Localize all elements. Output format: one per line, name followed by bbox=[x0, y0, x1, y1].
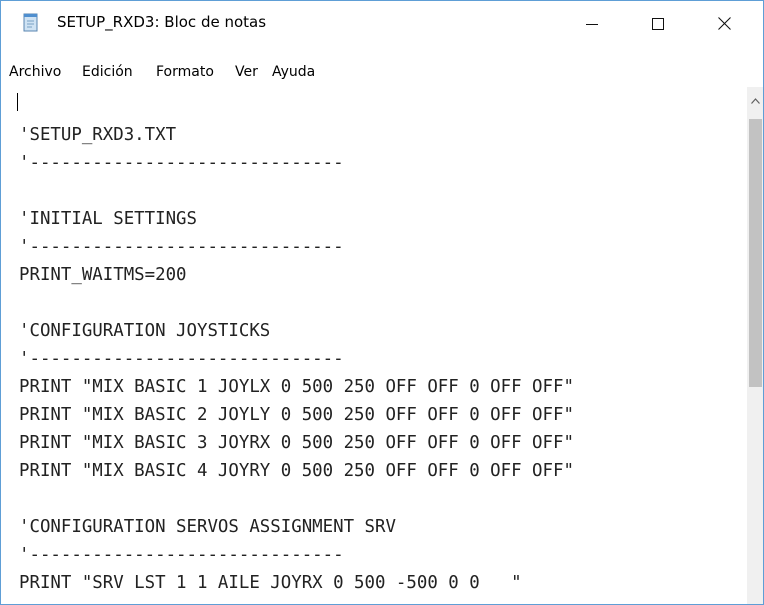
text-line bbox=[19, 177, 747, 205]
text-line: PRINT "MIX BASIC 2 JOYLY 0 500 250 OFF O… bbox=[19, 405, 574, 425]
text-line: '------------------------------ bbox=[19, 545, 344, 565]
close-icon bbox=[717, 15, 731, 34]
vertical-scrollbar[interactable] bbox=[747, 87, 763, 604]
minimize-icon bbox=[586, 15, 598, 34]
menu-bar: Archivo Edición Formato Ver Ayuda bbox=[1, 47, 763, 87]
text-line: PRINT_WAITMS=200 bbox=[19, 265, 187, 285]
menu-edicion[interactable]: Edición bbox=[82, 64, 133, 80]
text-line: 'CONFIGURATION SERVOS ASSIGNMENT SRV bbox=[19, 517, 396, 537]
text-line: 'CONFIGURATION JOYSTICKS bbox=[19, 321, 271, 341]
close-button[interactable] bbox=[695, 1, 753, 47]
text-line: 'INITIAL SETTINGS bbox=[19, 209, 197, 229]
text-line bbox=[19, 485, 747, 513]
text-line: '------------------------------ bbox=[19, 349, 344, 369]
text-line bbox=[19, 289, 747, 317]
title-bar[interactable]: SETUP_RXD3: Bloc de notas bbox=[1, 1, 763, 47]
scroll-up-button[interactable] bbox=[747, 87, 763, 109]
text-line bbox=[19, 93, 747, 121]
menu-ayuda[interactable]: Ayuda bbox=[272, 64, 315, 80]
maximize-button[interactable] bbox=[629, 1, 687, 47]
text-line: PRINT "MIX BASIC 4 JOYRY 0 500 250 OFF O… bbox=[19, 461, 574, 481]
menu-ver[interactable]: Ver bbox=[235, 64, 258, 80]
menu-archivo[interactable]: Archivo bbox=[9, 64, 61, 80]
text-editor[interactable]: 'SETUP_RXD3.TXT '------------------------… bbox=[1, 87, 747, 604]
text-caret bbox=[17, 93, 18, 111]
text-line: '------------------------------ bbox=[19, 237, 344, 257]
window-title: SETUP_RXD3: Bloc de notas bbox=[57, 13, 267, 31]
document-text[interactable]: 'SETUP_RXD3.TXT '------------------------… bbox=[19, 93, 747, 597]
text-line: '------------------------------ bbox=[19, 153, 344, 173]
menu-formato[interactable]: Formato bbox=[156, 64, 214, 80]
notepad-icon bbox=[21, 13, 41, 33]
text-line: PRINT "SRV LST 1 1 AILE JOYRX 0 500 -500… bbox=[19, 573, 522, 593]
text-line: 'SETUP_RXD3.TXT bbox=[19, 125, 177, 145]
text-line: PRINT "MIX BASIC 1 JOYLX 0 500 250 OFF O… bbox=[19, 377, 574, 397]
notepad-window: SETUP_RXD3: Bloc de notas Archivo Edició… bbox=[0, 0, 764, 605]
minimize-button[interactable] bbox=[563, 1, 621, 47]
chevron-up-icon bbox=[750, 89, 760, 108]
text-line: PRINT "MIX BASIC 3 JOYRX 0 500 250 OFF O… bbox=[19, 433, 574, 453]
scroll-thumb[interactable] bbox=[749, 119, 762, 387]
maximize-icon bbox=[652, 15, 664, 34]
